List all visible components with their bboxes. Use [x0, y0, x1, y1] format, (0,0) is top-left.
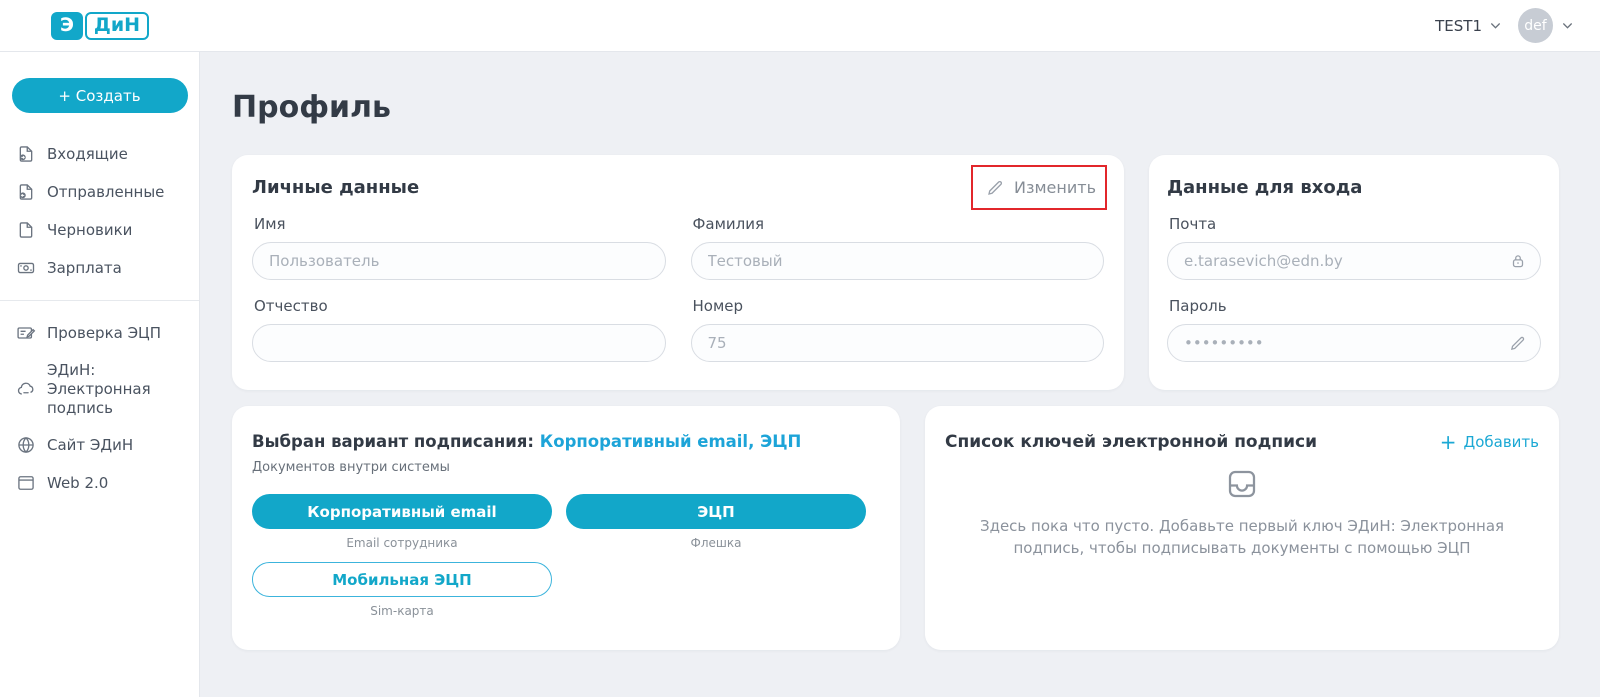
sidebar-item-cloud-signature[interactable]: ЭДиН: Электронная подпись: [0, 352, 199, 426]
sidebar-item-web20[interactable]: Web 2.0: [0, 464, 199, 502]
sidebar-item-label: ЭДиН: Электронная подпись: [47, 361, 189, 417]
signature-keys-card: Список ключей электронной подписи + Доба…: [925, 406, 1559, 650]
topbar: Э ДиН TEST1 def: [0, 0, 1600, 52]
signing-title-prefix: Выбран вариант подписания:: [252, 432, 540, 451]
sidebar-item-incoming[interactable]: Входящие: [0, 135, 199, 173]
password-input[interactable]: [1167, 324, 1541, 362]
signing-title-selected: Корпоративный email, ЭЦП: [540, 432, 802, 451]
edit-button-label: Изменить: [1014, 178, 1096, 197]
option-caption: Email сотрудника: [252, 536, 552, 550]
workspace-selector[interactable]: TEST1: [1435, 17, 1502, 35]
signing-subtitle: Документов внутри системы: [252, 460, 880, 475]
page-title: Профиль: [232, 90, 1559, 125]
logo-part-2: ДиН: [85, 12, 149, 40]
pencil-icon: [986, 178, 1005, 197]
salary-icon: [16, 258, 36, 278]
first-name-label: Имя: [254, 215, 664, 233]
user-menu[interactable]: def: [1518, 8, 1574, 43]
sidebar-item-label: Отправленные: [47, 183, 164, 202]
option-caption: Sim-карта: [252, 604, 552, 618]
last-name-input[interactable]: [691, 242, 1105, 280]
lock-icon: [1509, 252, 1527, 270]
main-content: Профиль Личные данные Изменить: [200, 52, 1600, 697]
personal-data-card: Личные данные Изменить: [232, 155, 1124, 390]
sidebar: + Создать Входящие О: [0, 52, 200, 697]
sidebar-item-label: Зарплата: [47, 259, 122, 278]
option-caption: Флешка: [566, 536, 866, 550]
last-name-label: Фамилия: [693, 215, 1103, 233]
sent-doc-icon: [16, 182, 36, 202]
email-label: Почта: [1169, 215, 1539, 233]
password-label: Пароль: [1169, 297, 1539, 315]
logo-part-1: Э: [51, 12, 83, 40]
keys-empty-state: Здесь пока что пусто. Добавьте первый кл…: [945, 466, 1539, 560]
create-button-label: Создать: [76, 87, 141, 105]
incoming-doc-icon: [16, 144, 36, 164]
cloud-signature-icon: [16, 379, 36, 399]
add-key-label: Добавить: [1463, 433, 1539, 451]
email-input[interactable]: [1167, 242, 1541, 280]
personal-card-title: Личные данные: [252, 177, 419, 198]
first-name-input[interactable]: [252, 242, 666, 280]
middle-name-label: Отчество: [254, 297, 664, 315]
sidebar-item-label: Проверка ЭЦП: [47, 324, 161, 343]
sidebar-item-signature-check[interactable]: Проверка ЭЦП: [0, 314, 199, 352]
globe-icon: [16, 435, 36, 455]
avatar: def: [1518, 8, 1553, 43]
pencil-icon[interactable]: [1509, 334, 1527, 352]
keys-card-title: Список ключей электронной подписи: [945, 432, 1317, 452]
login-data-card: Данные для входа Почта Пароль: [1149, 155, 1559, 390]
sidebar-item-website[interactable]: Сайт ЭДиН: [0, 426, 199, 464]
plus-icon: +: [58, 87, 71, 105]
chevron-down-icon: [1489, 19, 1502, 32]
edin-logo[interactable]: Э ДиН: [51, 12, 149, 40]
sidebar-item-label: Входящие: [47, 145, 128, 164]
middle-name-input[interactable]: [252, 324, 666, 362]
empty-inbox-icon: [1224, 466, 1260, 502]
option-ecp-button[interactable]: ЭЦП: [566, 494, 866, 529]
topbar-right: TEST1 def: [1435, 8, 1600, 43]
sidebar-item-label: Сайт ЭДиН: [47, 436, 133, 455]
workspace-name: TEST1: [1435, 17, 1482, 35]
signing-options-card: Выбран вариант подписания: Корпоративный…: [232, 406, 900, 650]
sidebar-item-label: Черновики: [47, 221, 132, 240]
add-key-button[interactable]: + Добавить: [1440, 432, 1539, 452]
drafts-doc-icon: [16, 220, 36, 240]
logo-zone: Э ДиН: [0, 12, 200, 40]
keys-empty-text: Здесь пока что пусто. Добавьте первый кл…: [945, 516, 1539, 560]
signing-title: Выбран вариант подписания: Корпоративный…: [252, 432, 880, 451]
sidebar-item-label: Web 2.0: [47, 474, 108, 493]
create-button[interactable]: + Создать: [12, 78, 188, 113]
option-corporate-email-button[interactable]: Корпоративный email: [252, 494, 552, 529]
login-card-title: Данные для входа: [1167, 177, 1541, 198]
plus-icon: +: [1440, 432, 1457, 452]
browser-icon: [16, 473, 36, 493]
chevron-down-icon: [1561, 19, 1574, 32]
number-input[interactable]: [691, 324, 1105, 362]
edit-button[interactable]: Изменить: [986, 178, 1096, 197]
signature-check-icon: [16, 323, 36, 343]
sidebar-divider: [0, 300, 199, 301]
number-label: Номер: [693, 297, 1103, 315]
sidebar-item-sent[interactable]: Отправленные: [0, 173, 199, 211]
sidebar-item-drafts[interactable]: Черновики: [0, 211, 199, 249]
option-mobile-ecp-button[interactable]: Мобильная ЭЦП: [252, 562, 552, 597]
sidebar-item-salary[interactable]: Зарплата: [0, 249, 199, 287]
